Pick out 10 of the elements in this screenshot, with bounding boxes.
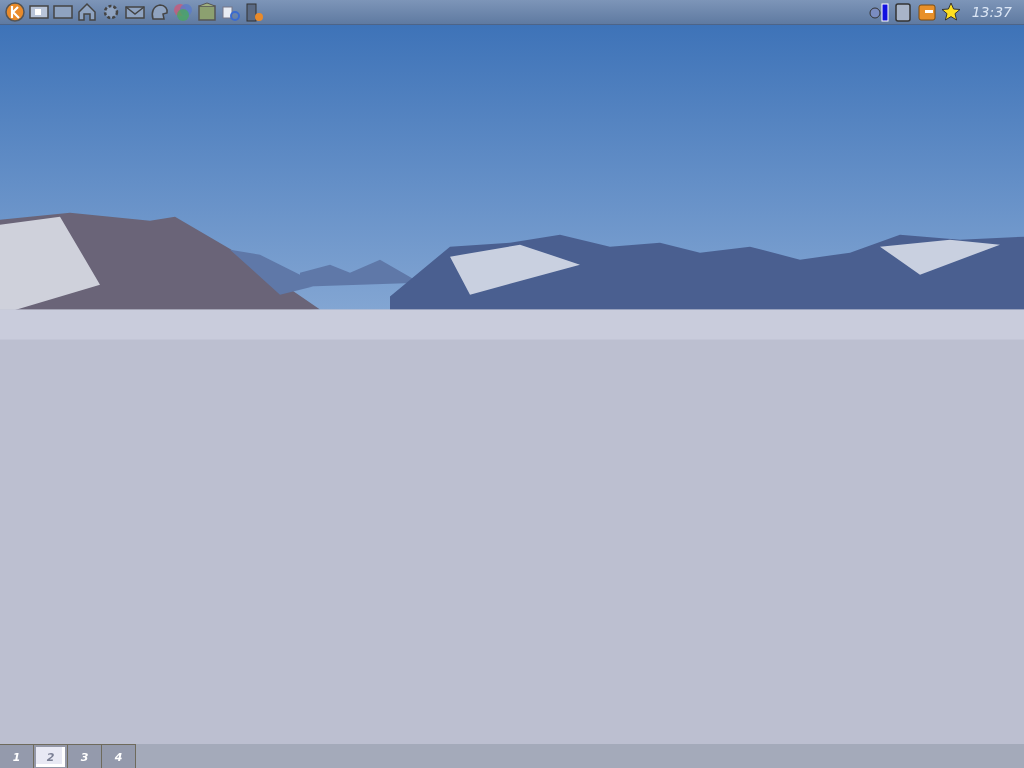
app-menu-icon[interactable] (4, 1, 26, 23)
desktop-button[interactable]: 2 (34, 745, 68, 768)
home-icon[interactable] (76, 1, 98, 23)
package-icon[interactable] (196, 1, 218, 23)
desktop-button[interactable]: 4 (102, 745, 136, 768)
desktop-button[interactable]: 1 (0, 745, 34, 768)
folder-icon[interactable] (915, 1, 938, 23)
desktop-button[interactable]: 3 (68, 745, 102, 768)
star-icon[interactable] (939, 1, 962, 23)
clock[interactable]: 13:37 (971, 4, 1012, 20)
